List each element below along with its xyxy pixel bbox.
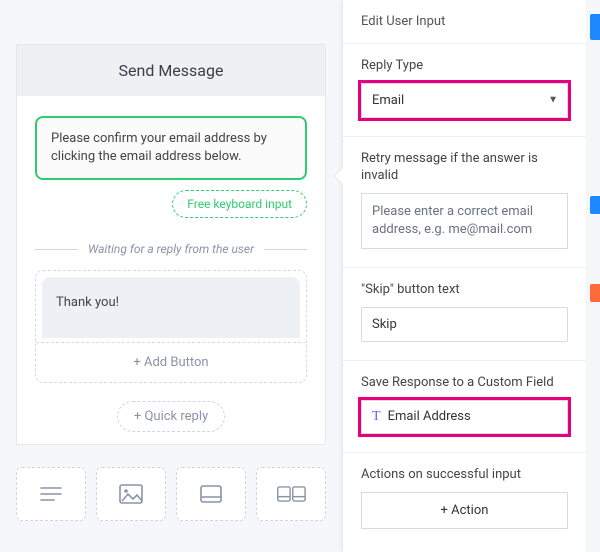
card-icon	[198, 483, 224, 505]
offscreen-badge	[590, 196, 600, 214]
text-lines-icon	[38, 483, 64, 505]
custom-field-value: Email Address	[388, 409, 471, 424]
content-toolbar	[16, 467, 326, 521]
retry-message-input[interactable]: Please enter a correct email address, e.…	[361, 193, 568, 249]
image-icon	[118, 483, 144, 505]
gallery-block-button[interactable]	[256, 467, 326, 521]
actions-label: Actions on successful input	[361, 467, 568, 484]
retry-label: Retry message if the answer is invalid	[361, 151, 568, 185]
canvas-title: Send Message	[17, 45, 325, 96]
edit-user-input-panel: Edit User Input Reply Type Email ▼ Retry…	[342, 0, 586, 552]
text-type-icon: T	[372, 409, 381, 425]
add-button[interactable]: + Add Button	[36, 342, 306, 382]
waiting-text: Waiting for a reply from the user	[88, 242, 254, 256]
card-block-button[interactable]	[176, 467, 246, 521]
image-block-button[interactable]	[96, 467, 166, 521]
reply-type-label: Reply Type	[361, 58, 568, 75]
waiting-divider: Waiting for a reply from the user	[35, 242, 307, 256]
reply-type-select[interactable]: Email ▼	[361, 83, 568, 118]
thanks-bubble[interactable]: Thank you!	[42, 277, 300, 338]
custom-field-label: Save Response to a Custom Field	[361, 375, 568, 392]
add-action-button[interactable]: + Action	[361, 492, 568, 529]
gallery-icon	[276, 483, 306, 505]
skip-label: "Skip" button text	[361, 282, 568, 299]
quick-reply-button[interactable]: + Quick reply	[117, 401, 225, 432]
skip-text-input[interactable]	[361, 307, 568, 342]
panel-title: Edit User Input	[343, 0, 586, 44]
free-keyboard-input-chip[interactable]: Free keyboard input	[172, 190, 307, 218]
offscreen-badge	[590, 14, 600, 40]
text-block-button[interactable]	[16, 467, 86, 521]
reply-type-value: Email	[361, 83, 568, 118]
offscreen-badge	[590, 284, 600, 302]
bot-message-bubble[interactable]: Please confirm your email address by cli…	[35, 116, 307, 180]
custom-field-select[interactable]: T Email Address	[361, 400, 568, 434]
message-canvas: Send Message Please confirm your email a…	[16, 44, 326, 445]
top-bar	[0, 0, 342, 44]
thanks-card[interactable]: Thank you! + Add Button	[35, 270, 307, 383]
